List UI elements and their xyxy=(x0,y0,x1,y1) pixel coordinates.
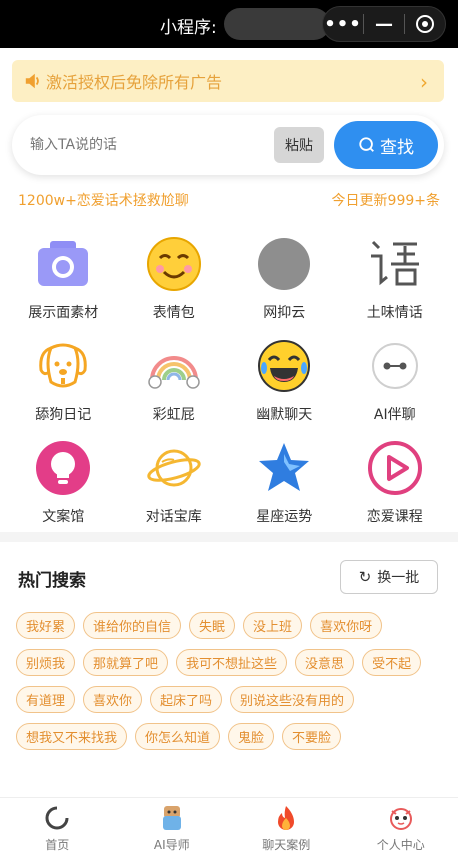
laughing-face-icon xyxy=(256,338,312,394)
feature-item[interactable]: 土味情话 xyxy=(340,236,451,332)
feature-label: 网抑云 xyxy=(263,305,306,321)
hot-tag[interactable]: 我可不想扯这些 xyxy=(176,649,288,676)
notice-banner[interactable]: 激活授权后免除所有广告 › xyxy=(12,60,444,102)
hot-tag[interactable]: 起床了吗 xyxy=(150,686,223,713)
hot-tag[interactable]: 失眠 xyxy=(189,612,236,639)
paste-button[interactable]: 粘贴 xyxy=(274,127,324,163)
more-dots-icon[interactable]: ••• xyxy=(323,7,363,41)
mini-program-topbar: 小程序: ••• — xyxy=(0,0,458,48)
hot-tag[interactable]: 鬼脸 xyxy=(228,723,275,750)
feature-item[interactable]: 星座运势 xyxy=(229,440,340,536)
hot-tag[interactable]: 受不起 xyxy=(362,649,422,676)
refresh-label: 换一批 xyxy=(377,570,420,586)
hot-tag[interactable]: 你怎么知道 xyxy=(135,723,221,750)
feature-grid: 展示面素材 表情包 网抑云 土味情话 舔狗日记 彩虹屁 幽默聊天 AI伴聊 文案… xyxy=(8,236,450,536)
tab-label: 个人中心 xyxy=(376,838,425,852)
search-icon xyxy=(359,137,374,152)
hot-tag[interactable]: 想我又不来找我 xyxy=(16,723,128,750)
feature-label: 幽默聊天 xyxy=(256,407,313,423)
find-button[interactable]: 查找 xyxy=(334,121,438,169)
emoji-face-icon xyxy=(146,236,202,292)
redacted-name xyxy=(224,8,330,40)
speaker-icon xyxy=(25,73,39,89)
feature-item[interactable]: 恋爱课程 xyxy=(340,440,451,536)
hot-tag[interactable]: 有道理 xyxy=(16,686,76,713)
feature-item[interactable]: 表情包 xyxy=(119,236,230,332)
speech-character-icon xyxy=(367,236,423,292)
tab-label: AI导师 xyxy=(153,838,190,852)
find-label: 查找 xyxy=(380,137,414,158)
star-icon xyxy=(256,440,312,496)
feature-label: 展示面素材 xyxy=(28,305,99,321)
rainbow-icon xyxy=(146,338,202,394)
feature-item[interactable]: 舔狗日记 xyxy=(8,338,119,434)
feature-label: 星座运势 xyxy=(256,509,313,525)
hot-tag[interactable]: 别烦我 xyxy=(16,649,76,676)
feature-item[interactable]: 对话宝库 xyxy=(119,440,230,536)
notice-text: 激活授权后免除所有广告 xyxy=(46,73,223,92)
refresh-icon: ↻ xyxy=(358,568,372,586)
feature-label: AI伴聊 xyxy=(373,407,416,423)
feature-label: 对话宝库 xyxy=(145,509,202,525)
tab-label: 首页 xyxy=(45,838,70,852)
dog-icon xyxy=(35,338,91,394)
feature-label: 表情包 xyxy=(152,305,195,321)
hot-tag[interactable]: 那就算了吧 xyxy=(83,649,169,676)
hot-tag[interactable]: 没上班 xyxy=(243,612,303,639)
lightbulb-icon xyxy=(35,440,91,496)
hot-tag[interactable]: 喜欢你呀 xyxy=(310,612,383,639)
section-divider xyxy=(0,532,458,542)
planet-icon xyxy=(146,440,202,496)
profile-icon xyxy=(387,804,415,832)
stats-right: 今日更新999+条 xyxy=(331,193,440,209)
close-target-icon[interactable] xyxy=(405,7,445,41)
feature-item[interactable]: AI伴聊 xyxy=(340,338,451,434)
feature-label: 恋爱课程 xyxy=(366,509,423,525)
stats-left: 1200w+恋爱话术拯救尬聊 xyxy=(18,193,189,209)
chevron-right-icon: › xyxy=(420,70,428,94)
hot-tag[interactable]: 喜欢你 xyxy=(83,686,143,713)
play-circle-icon xyxy=(367,440,423,496)
flame-icon xyxy=(272,804,300,832)
minimize-icon[interactable]: — xyxy=(364,7,404,41)
ai-robot-icon xyxy=(367,338,423,394)
hot-tag[interactable]: 不要脸 xyxy=(282,723,342,750)
feature-item[interactable]: 彩虹屁 xyxy=(119,338,230,434)
tab-label: 聊天案例 xyxy=(262,838,311,852)
hot-tag[interactable]: 我好累 xyxy=(16,612,76,639)
hot-tag[interactable]: 谁给你的自信 xyxy=(83,612,182,639)
hot-tag[interactable]: 别说这些没有用的 xyxy=(230,686,355,713)
home-ring-icon xyxy=(43,804,71,832)
tab-chat-cases[interactable]: 聊天案例 xyxy=(229,798,344,861)
refresh-button[interactable]: ↻ 换一批 xyxy=(340,560,438,594)
tab-home[interactable]: 首页 xyxy=(0,798,115,861)
tab-ai-mentor[interactable]: AI导师 xyxy=(115,798,230,861)
ai-mentor-icon xyxy=(158,804,186,832)
feature-item[interactable]: 幽默聊天 xyxy=(229,338,340,434)
feature-label: 土味情话 xyxy=(366,305,423,321)
hot-search-title: 热门搜索 xyxy=(18,571,86,591)
topbar-title: 小程序: xyxy=(160,18,217,38)
bottom-tabbar: 首页 AI导师 聊天案例 个人中心 xyxy=(0,797,458,861)
feature-label: 彩虹屁 xyxy=(152,407,195,423)
search-input[interactable] xyxy=(30,133,260,157)
feature-item[interactable]: 文案馆 xyxy=(8,440,119,536)
camera-icon xyxy=(35,236,91,292)
feature-item[interactable]: 展示面素材 xyxy=(8,236,119,332)
feature-label: 舔狗日记 xyxy=(35,407,92,423)
tab-profile[interactable]: 个人中心 xyxy=(344,798,458,861)
capsule-menu: ••• — xyxy=(322,6,446,42)
gray-circle-icon xyxy=(256,236,312,292)
feature-label: 文案馆 xyxy=(42,509,85,525)
feature-item[interactable]: 网抑云 xyxy=(229,236,340,332)
hot-tags: 我好累 谁给你的自信 失眠 没上班 喜欢你呀 别烦我 那就算了吧 我可不想扯这些… xyxy=(16,612,446,750)
hot-tag[interactable]: 没意思 xyxy=(295,649,355,676)
search-box: 粘贴 查找 xyxy=(12,115,444,175)
